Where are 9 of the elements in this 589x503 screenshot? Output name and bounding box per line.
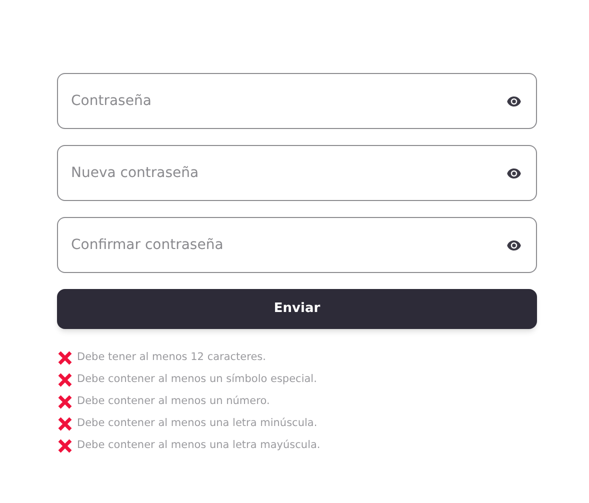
requirement-text: Debe contener al menos un número. xyxy=(77,394,270,410)
requirement-text: Debe contener al menos una letra minúscula. xyxy=(77,416,318,432)
password-field[interactable]: Contraseña xyxy=(57,73,537,129)
requirement-text: Debe contener al menos una letra mayúscula. xyxy=(77,438,320,454)
submit-button[interactable]: Enviar xyxy=(57,289,537,329)
requirement-text: Debe contener al menos un símbolo especial. xyxy=(77,372,317,388)
password-field[interactable]: Confirmar contraseña xyxy=(57,217,537,273)
password-field[interactable]: Nueva contraseña xyxy=(57,145,537,201)
requirement-text: Debe tener al menos 12 caracteres. xyxy=(77,350,266,366)
